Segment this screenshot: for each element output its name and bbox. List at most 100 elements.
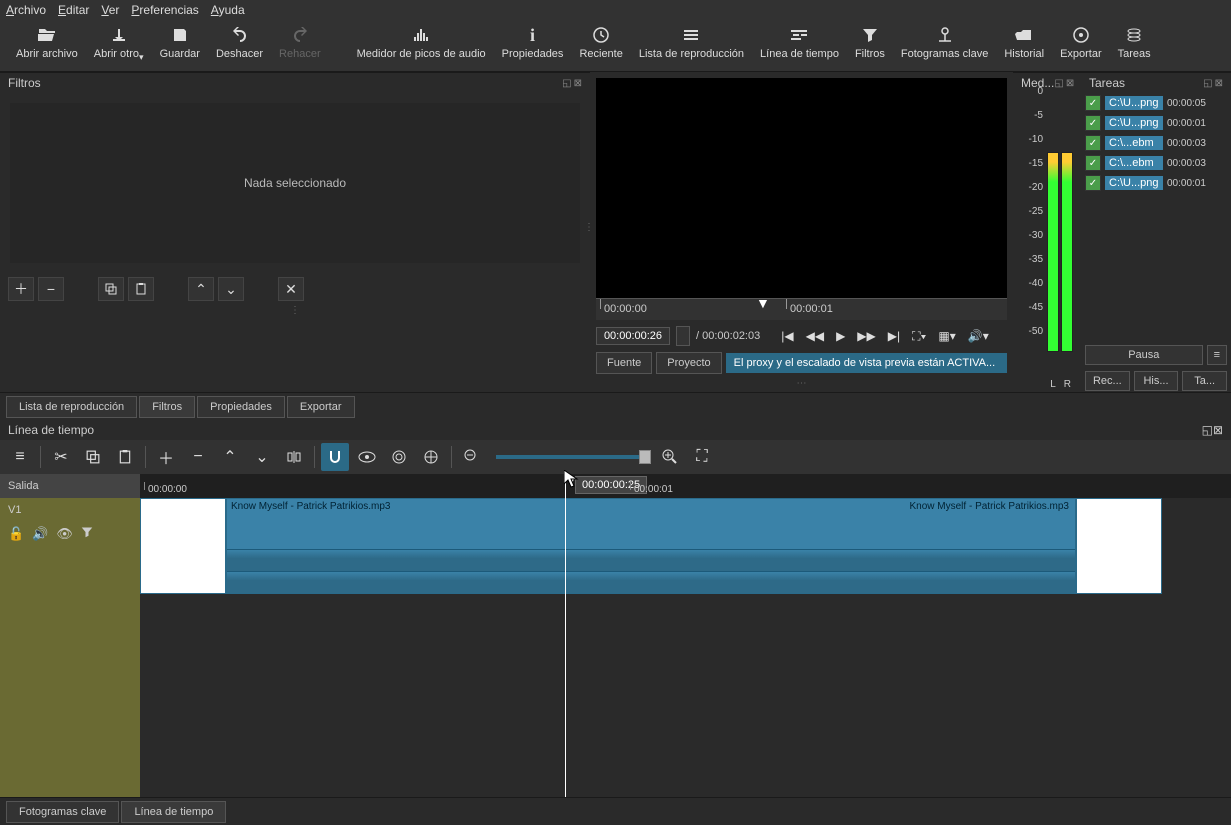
- prev-frame-icon[interactable]: ◀◀: [803, 329, 827, 343]
- tab-timeline[interactable]: Línea de tiempo: [121, 801, 226, 823]
- timeline-ruler[interactable]: 00:00:00 ▼ 00:00:00:25 00:00:01: [140, 474, 1231, 498]
- timeline-track-v1[interactable]: Know Myself - Patrick Patrikios.mp3 Know…: [140, 498, 1231, 594]
- timeline-tracks[interactable]: 00:00:00 ▼ 00:00:00:25 00:00:01 Know Mys…: [140, 474, 1231, 804]
- split-icon[interactable]: [280, 443, 308, 471]
- hide-icon[interactable]: 👁: [56, 526, 73, 542]
- clip-blank[interactable]: [140, 498, 226, 594]
- preview-video[interactable]: [596, 78, 1007, 298]
- snap-icon[interactable]: [321, 443, 349, 471]
- panel-close-icon[interactable]: ⊠: [574, 78, 582, 89]
- tab-keyframes[interactable]: Fotogramas clave: [6, 801, 119, 823]
- clip-audio[interactable]: Know Myself - Patrick Patrikios.mp3 Know…: [226, 498, 1076, 594]
- tab-filters[interactable]: Filtros: [139, 396, 195, 418]
- job-row[interactable]: ✓C:\...ebm00:00:03: [1081, 133, 1231, 153]
- peak-meter-button[interactable]: Medidor de picos de audio: [349, 20, 494, 64]
- skip-end-icon[interactable]: ▶|: [885, 329, 903, 343]
- panel-undock-icon[interactable]: ◱: [1202, 423, 1213, 437]
- project-tab[interactable]: Proyecto: [656, 352, 721, 374]
- add-filter-button[interactable]: ＋: [8, 277, 34, 301]
- proxy-banner[interactable]: El proxy y el escalado de vista previa e…: [726, 353, 1007, 373]
- preview-ruler[interactable]: 00:00:00 ▼ 00:00:01: [596, 298, 1007, 320]
- copy-filter-button[interactable]: [98, 277, 124, 301]
- jobs-panel: Tareas◱⊠ ✓C:\U...png00:00:05 ✓C:\U...png…: [1081, 72, 1231, 392]
- scrub-icon[interactable]: [353, 443, 381, 471]
- bottom-tabs: Fotogramas clave Línea de tiempo: [0, 797, 1231, 825]
- source-tab[interactable]: Fuente: [596, 352, 652, 374]
- cut-icon[interactable]: ✂: [47, 443, 75, 471]
- move-down-button[interactable]: ⌄: [218, 277, 244, 301]
- volume-icon[interactable]: 🔊▾: [965, 329, 992, 343]
- meter-bars: [1047, 152, 1073, 352]
- jobs-tab-rec[interactable]: Rec...: [1085, 371, 1130, 391]
- job-row[interactable]: ✓C:\...ebm00:00:03: [1081, 153, 1231, 173]
- paste-icon[interactable]: [111, 443, 139, 471]
- save-button[interactable]: Guardar: [152, 20, 208, 64]
- menu-ver[interactable]: Ver: [101, 3, 119, 17]
- playhead-line[interactable]: [565, 474, 566, 804]
- remove-icon[interactable]: −: [184, 443, 212, 471]
- panel-undock-icon[interactable]: ◱: [1203, 78, 1212, 89]
- job-row[interactable]: ✓C:\U...png00:00:01: [1081, 113, 1231, 133]
- recent-button[interactable]: Reciente: [571, 20, 630, 64]
- next-frame-icon[interactable]: ▶▶: [854, 329, 878, 343]
- menu-archivo[interactable]: Archivo: [6, 3, 46, 17]
- tab-properties[interactable]: Propiedades: [197, 396, 285, 418]
- lift-icon[interactable]: ⌃: [216, 443, 244, 471]
- zoom-fit-icon[interactable]: ⛶: [688, 443, 716, 471]
- skip-start-icon[interactable]: |◀: [778, 329, 796, 343]
- mute-icon[interactable]: 🔊: [32, 526, 48, 542]
- preview-playhead-icon[interactable]: ▼: [756, 295, 770, 311]
- menu-ayuda[interactable]: Ayuda: [211, 3, 245, 17]
- jobs-menu-button[interactable]: ≡: [1207, 345, 1227, 365]
- panel-close-icon[interactable]: ⊠: [1215, 78, 1223, 89]
- timeline-button[interactable]: Línea de tiempo: [752, 20, 847, 64]
- ripple-all-icon[interactable]: [417, 443, 445, 471]
- zoom-in-icon[interactable]: [656, 443, 684, 471]
- job-row[interactable]: ✓C:\U...png00:00:01: [1081, 173, 1231, 193]
- history-button[interactable]: Historial: [996, 20, 1052, 64]
- copy-icon[interactable]: [79, 443, 107, 471]
- jobs-tab-his[interactable]: His...: [1134, 371, 1179, 391]
- open-other-button[interactable]: Abrir otro▾: [86, 20, 152, 67]
- pause-button[interactable]: Pausa: [1085, 345, 1203, 365]
- tab-export[interactable]: Exportar: [287, 396, 355, 418]
- tl-menu-icon[interactable]: ≡: [6, 443, 34, 471]
- playlist-button[interactable]: Lista de reproducción: [631, 20, 752, 64]
- overwrite-icon[interactable]: ⌄: [248, 443, 276, 471]
- export-button[interactable]: Exportar: [1052, 20, 1110, 64]
- menu-preferencias[interactable]: Preferencias: [131, 3, 198, 17]
- zoom-fit-icon[interactable]: ⛶▾: [909, 329, 929, 344]
- check-icon: ✓: [1085, 155, 1101, 171]
- timecode-input[interactable]: [596, 327, 670, 345]
- ripple-icon[interactable]: [385, 443, 413, 471]
- panel-undock-icon[interactable]: ◱: [562, 78, 571, 89]
- menu-editar[interactable]: Editar: [58, 3, 89, 17]
- filters-button[interactable]: Filtros: [847, 20, 893, 64]
- job-row[interactable]: ✓C:\U...png00:00:05: [1081, 93, 1231, 113]
- zoom-slider[interactable]: [496, 455, 646, 459]
- tab-playlist[interactable]: Lista de reproducción: [6, 396, 137, 418]
- panel-undock-icon[interactable]: ◱: [1054, 78, 1063, 89]
- remove-filter-button[interactable]: −: [38, 277, 64, 301]
- play-icon[interactable]: ▶: [833, 329, 848, 343]
- clip-blank[interactable]: [1076, 498, 1162, 594]
- track-filter-icon[interactable]: [81, 526, 93, 542]
- deselect-button[interactable]: ✕: [278, 277, 304, 301]
- lock-icon[interactable]: 🔓: [8, 526, 24, 542]
- timecode-spinner[interactable]: [676, 326, 690, 346]
- grid-icon[interactable]: ▦▾: [935, 329, 958, 343]
- move-up-button[interactable]: ⌃: [188, 277, 214, 301]
- append-icon[interactable]: ＋: [152, 443, 180, 471]
- redo-button[interactable]: Rehacer: [271, 20, 329, 64]
- panel-close-icon[interactable]: ⊠: [1213, 423, 1223, 437]
- undo-button[interactable]: Deshacer: [208, 20, 271, 64]
- zoom-out-icon[interactable]: [458, 443, 486, 471]
- track-label[interactable]: V1: [0, 498, 140, 522]
- keyframes-button[interactable]: Fotogramas clave: [893, 20, 996, 64]
- jobs-button[interactable]: Tareas: [1110, 20, 1159, 64]
- paste-filter-button[interactable]: [128, 277, 154, 301]
- open-file-button[interactable]: Abrir archivo: [8, 20, 86, 64]
- properties-button[interactable]: iPropiedades: [494, 20, 572, 64]
- panel-close-icon[interactable]: ⊠: [1066, 78, 1074, 89]
- jobs-tab-ta[interactable]: Ta...: [1182, 371, 1227, 391]
